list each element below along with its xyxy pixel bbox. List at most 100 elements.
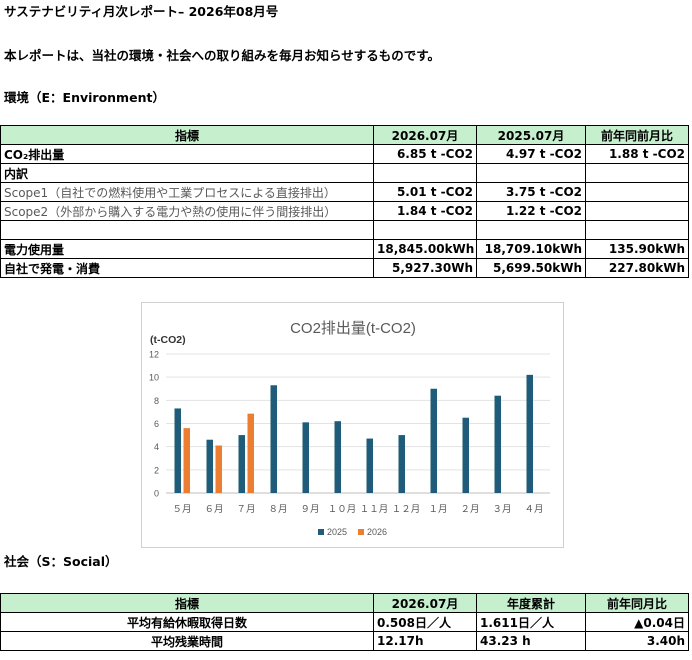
legend-label-2025: 2025 <box>327 527 347 537</box>
bar-2025-11 <box>494 395 501 493</box>
cell: 1.22 t -CO2 <box>476 201 586 221</box>
table-row: 電力使用量 18,845.00kWh 18,709.10kWh 135.90kW… <box>0 239 689 259</box>
header-ytd: 年度累計 <box>476 593 586 613</box>
row-label: 自社で発電・消費 <box>0 258 374 278</box>
cell: 5,927.30Wh <box>373 258 477 278</box>
cell: 6.85 t -CO2 <box>373 144 477 164</box>
bar-2025-6 <box>334 421 341 493</box>
bar-2026-1 <box>183 428 190 493</box>
y-tick-label: 12 <box>149 350 159 360</box>
x-tick-label: ７月 <box>236 504 255 515</box>
bar-2025-10 <box>462 417 469 493</box>
cell <box>585 201 689 221</box>
bar-2025-3 <box>238 435 245 493</box>
bar-2025-4 <box>270 385 277 493</box>
row-label: CO₂排出量 <box>0 144 374 164</box>
header-2026-07: 2026.07月 <box>373 125 477 145</box>
cell: 1.611日／人 <box>476 612 586 632</box>
cell: 1.88 t -CO2 <box>585 144 689 164</box>
y-tick-label: 2 <box>154 465 159 475</box>
row-label: Scope1（自社での燃料使用や工業プロセスによる直接排出） <box>0 182 374 202</box>
report-title: サステナビリティ月次レポート– 2026年08月号 <box>4 4 279 19</box>
cell: 5.01 t -CO2 <box>373 182 477 202</box>
bar-2025-8 <box>398 435 405 493</box>
x-tick-label: １１月 <box>360 504 389 515</box>
co2-chart: CO2排出量(t-CO2) (t-CO2) 0 2 4 6 8 10 12 ５月 ６月 ７月 ８月 ９… <box>141 302 564 548</box>
environment-table: 指標 2026.07月 2025.07月 前年同前月比 CO₂排出量 6.85 … <box>0 125 689 278</box>
bar-2025-5 <box>302 422 309 493</box>
bar-2026-2 <box>215 445 222 493</box>
cell <box>585 163 689 183</box>
bar-2026-3 <box>247 413 254 493</box>
cell <box>476 220 586 240</box>
bar-2025-12 <box>526 374 533 493</box>
x-tick-label: ３月 <box>492 504 511 515</box>
social-table: 指標 2026.07月 年度累計 前年同月比 平均有給休暇取得日数 0.508日… <box>0 593 689 651</box>
cell: 5,699.50kWh <box>476 258 586 278</box>
table-row: 内訳 <box>0 163 689 183</box>
cell: 43.23 h <box>476 631 586 651</box>
table-row: 平均有給休暇取得日数 0.508日／人 1.611日／人 ▲0.04日 <box>0 612 689 632</box>
legend-swatch-2026 <box>358 529 364 535</box>
table-row: 自社で発電・消費 5,927.30Wh 5,699.50kWh 227.80kW… <box>0 258 689 278</box>
cell: 18,845.00kWh <box>373 239 477 259</box>
co2-chart-svg: CO2排出量(t-CO2) (t-CO2) 0 2 4 6 8 10 12 ５月 ６月 ７月 ８月 ９… <box>149 320 550 537</box>
legend-label-2026: 2026 <box>367 527 387 537</box>
cell: 0.508日／人 <box>373 612 477 632</box>
bar-2025-1 <box>174 408 181 493</box>
cell <box>373 163 477 183</box>
cell <box>585 182 689 202</box>
table-row: CO₂排出量 6.85 t -CO2 4.97 t -CO2 1.88 t -C… <box>0 144 689 164</box>
y-tick-label: 6 <box>154 419 159 429</box>
y-tick-label: 8 <box>154 396 159 406</box>
chart-y-label: (t-CO2) <box>150 334 186 346</box>
row-label <box>0 220 374 240</box>
cell: 12.17h <box>373 631 477 651</box>
environment-heading: 環境（E：Environment） <box>4 90 165 105</box>
table-header-row: 指標 2026.07月 年度累計 前年同月比 <box>0 593 689 613</box>
y-tick-label: 4 <box>154 442 159 452</box>
x-tick-label: １２月 <box>392 504 421 515</box>
header-2025-07: 2025.07月 <box>476 125 586 145</box>
cell: 3.40h <box>585 631 689 651</box>
cell: 227.80kWh <box>585 258 689 278</box>
header-indicator: 指標 <box>0 125 374 145</box>
cell <box>373 220 477 240</box>
table-row: 平均残業時間 12.17h 43.23 h 3.40h <box>0 631 689 651</box>
bar-2025-7 <box>366 438 373 493</box>
header-yoy: 前年同前月比 <box>585 125 689 145</box>
table-row: Scope2（外部から購入する電力や熱の使用に伴う間接排出） 1.84 t -C… <box>0 201 689 221</box>
x-tick-label: ２月 <box>460 504 479 515</box>
bar-2025-9 <box>430 388 437 493</box>
row-label: 電力使用量 <box>0 239 374 259</box>
x-tick-label: ５月 <box>172 504 191 515</box>
cell: 1.84 t -CO2 <box>373 201 477 221</box>
header-indicator: 指標 <box>0 593 374 613</box>
row-label: Scope2（外部から購入する電力や熱の使用に伴う間接排出） <box>0 201 374 221</box>
bar-2025-2 <box>206 439 213 493</box>
y-tick-label: 10 <box>149 373 159 383</box>
cell: 4.97 t -CO2 <box>476 144 586 164</box>
x-tick-label: １０月 <box>328 504 357 515</box>
report-intro: 本レポートは、当社の環境・社会への取り組みを毎月お知らせするものです。 <box>4 48 441 63</box>
cell <box>585 220 689 240</box>
social-heading: 社会（S：Social） <box>4 554 118 569</box>
row-label: 平均残業時間 <box>0 631 374 651</box>
x-tick-label: ６月 <box>204 504 223 515</box>
header-yoy: 前年同月比 <box>585 593 689 613</box>
row-label: 平均有給休暇取得日数 <box>0 612 374 632</box>
cell: 18,709.10kWh <box>476 239 586 259</box>
y-tick-label: 0 <box>154 489 159 499</box>
cell: ▲0.04日 <box>585 612 689 632</box>
x-tick-label: １月 <box>428 504 447 515</box>
chart-title: CO2排出量(t-CO2) <box>290 320 416 337</box>
cell <box>476 163 586 183</box>
row-label: 内訳 <box>0 163 374 183</box>
table-row: Scope1（自社での燃料使用や工業プロセスによる直接排出） 5.01 t -C… <box>0 182 689 202</box>
cell: 3.75 t -CO2 <box>476 182 586 202</box>
table-row <box>0 220 689 240</box>
x-tick-label: ８月 <box>268 504 287 515</box>
x-tick-label: ９月 <box>300 504 319 515</box>
legend-swatch-2025 <box>318 529 324 535</box>
cell: 135.90kWh <box>585 239 689 259</box>
